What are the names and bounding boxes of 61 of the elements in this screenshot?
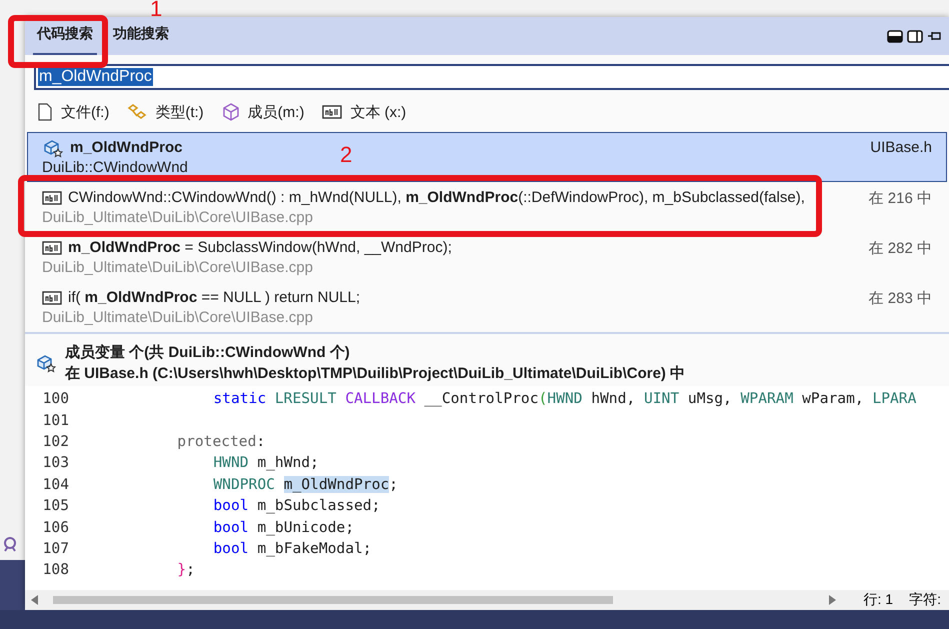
tab[interactable]: 功能搜索 (109, 25, 173, 55)
result-title: m_OldWndProc (70, 139, 183, 156)
filter-option[interactable]: 类型(t:) (155, 102, 204, 122)
column-indicator: 字符: (908, 591, 942, 609)
scroll-right-icon[interactable] (828, 595, 836, 605)
result-location: 在 282 中 (868, 239, 932, 259)
result-path: DuiLib_Ultimate\DuiLib\Core\UIBase.cpp (42, 209, 313, 226)
search-result[interactable]: if( m_OldWndProc == NULL ) return NULL; DuiLib_Ultimate\DuiLib\Core\UIBase.cpp 在 283 中 (27, 282, 947, 332)
cube-star-icon (35, 353, 57, 373)
line-number: 101 (42, 412, 69, 429)
search-result[interactable]: m_OldWndProc = SubclassWindow(hWnd, __WndProc); DuiLib_Ultimate\DuiLib\Core\UIBase.cpp 在 282 中 (27, 232, 947, 282)
filter-option[interactable]: 文件(f:) (61, 102, 110, 122)
dock-bottom-icon[interactable] (887, 30, 903, 42)
filter-option[interactable]: 成员(m:) (248, 102, 304, 122)
cube-icon (222, 103, 240, 121)
result-path: DuiLib_Ultimate\DuiLib\Core\UIBase.cpp (42, 259, 313, 276)
code-line: protected: (176, 432, 266, 450)
line-number: 100 (42, 390, 69, 408)
result-location: UIBase.h (870, 138, 932, 158)
code-line: bool m_bUnicode; (212, 518, 354, 536)
cube-star-icon (42, 138, 64, 158)
symbol-location: 在 UIBase.h (C:\Users\hwh\Desktop\TMP\Duilib\Project\DuiLib_Ultimate\DuiLib\Core) 中 (65, 364, 686, 384)
line-indicator: 行: 1 (862, 591, 894, 609)
text-field-icon (42, 290, 62, 304)
text-field-icon (322, 105, 342, 119)
code-line: bool m_bSubclassed; (212, 497, 380, 514)
result-title: if( m_OldWndProc == NULL ) return NULL; (68, 289, 360, 306)
dock-side-icon[interactable] (907, 30, 923, 42)
scroll-left-icon[interactable] (31, 595, 39, 605)
bug-icon (2, 536, 18, 552)
search-field[interactable]: m_OldWndProc (34, 64, 949, 90)
code-line: bool m_bFakeModal; (212, 540, 372, 557)
line-number: 107 (42, 540, 69, 557)
search-result[interactable]: CWindowWnd::CWindowWnd() : m_hWnd(NULL), m_OldWndProc(::DefWindowProc), m_bSubclassed(false), DuiLib_Ultimate\DuiLib\Core\UIBase.cpp 在 216 中 (27, 182, 947, 232)
result-path: DuiLib_Ultimate\DuiLib\Core\UIBase.cpp (42, 309, 313, 326)
result-title: CWindowWnd::CWindowWnd() : m_hWnd(NULL), m_OldWndProc(::DefWindowProc), m_bSubclassed(false), (68, 189, 805, 206)
result-path: DuiLib::CWindowWnd (42, 159, 188, 176)
code-line: HWND m_hWnd; (212, 454, 319, 472)
scrollbar-thumb[interactable] (53, 596, 613, 604)
result-title: m_OldWndProc = SubclassWindow(hWnd, __WndProc); (68, 239, 452, 256)
line-number: 103 (42, 454, 69, 472)
line-number: 105 (42, 497, 69, 514)
line-number: 102 (42, 432, 69, 450)
code-line: static LRESULT CALLBACK __ControlProc(HWND hWnd, UINT uMsg, WPARAM wParam, LPARA (212, 390, 916, 408)
line-number: 104 (42, 476, 69, 493)
result-location: 在 283 中 (868, 289, 932, 309)
linked-shapes-icon (127, 103, 148, 121)
line-number: 108 (42, 561, 69, 578)
pin-icon[interactable] (927, 30, 941, 42)
side-panel (0, 560, 25, 610)
symbol-summary: 成员变量 个(共 DuiLib::CWindowWnd 个) (65, 343, 351, 363)
annotation-number: 1 (150, 0, 162, 22)
result-location: 在 216 中 (868, 189, 932, 209)
code-line: }; (176, 561, 195, 578)
text-field-icon (42, 240, 62, 254)
tab[interactable]: 代码搜索 (33, 25, 97, 55)
annotation-number: 2 (340, 142, 352, 168)
text-field-icon (42, 190, 62, 204)
filter-option[interactable]: 文本 (x:) (350, 102, 406, 122)
line-number: 106 (42, 518, 69, 536)
file-icon (37, 103, 53, 121)
